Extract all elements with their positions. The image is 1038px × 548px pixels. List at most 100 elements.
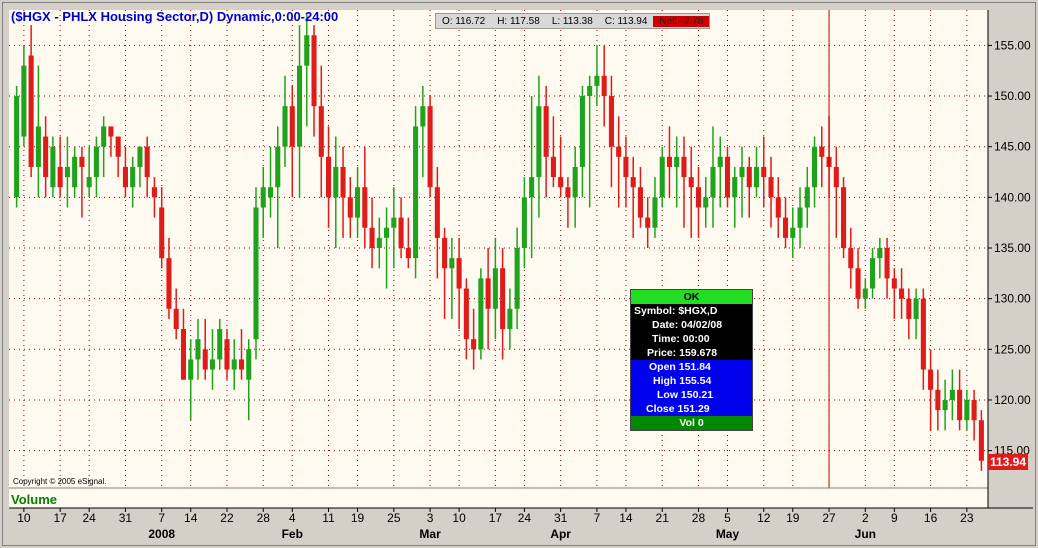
- candle-body: [420, 106, 426, 127]
- x-month-label: 2008: [148, 527, 175, 541]
- x-day-label: 24: [518, 511, 532, 525]
- candle-body: [202, 349, 208, 370]
- candle-body: [608, 96, 614, 147]
- x-month-label: May: [716, 527, 740, 541]
- candle-body: [550, 156, 556, 178]
- x-day-label: 28: [692, 511, 706, 525]
- candle-body: [514, 248, 520, 309]
- x-day-label: 14: [184, 511, 198, 525]
- candle-body: [434, 187, 440, 238]
- candle-body: [188, 359, 194, 380]
- cursor-info-block: Symbol: $HGX,D Date: 04/02/08 Time: 00:0…: [631, 304, 752, 360]
- x-day-label: 23: [960, 511, 974, 525]
- candle-body: [35, 126, 41, 167]
- candle-body: [64, 166, 70, 178]
- volume-label: Volume: [11, 492, 57, 507]
- candle-body: [115, 136, 121, 157]
- candle-body: [14, 96, 20, 198]
- cursor-open: Open 151.84: [649, 361, 711, 373]
- x-day-label: 19: [786, 511, 800, 525]
- candle-body: [855, 268, 861, 299]
- y-tick-label: 135.00: [994, 241, 1031, 255]
- candle-body: [790, 227, 796, 238]
- x-axis: 10 17 24 31 7 14 22 28 4 11 19 25 3 10 17 24 31 7 14 21 28 5 1…: [17, 508, 974, 541]
- y-tick-label: 150.00: [994, 89, 1031, 103]
- candle-body: [695, 187, 702, 208]
- candle-body: [862, 288, 868, 299]
- ohlc-high: H: 117.58: [497, 15, 540, 27]
- x-day-label: 7: [158, 511, 165, 525]
- candle-body: [79, 156, 85, 167]
- candle-body: [355, 187, 361, 218]
- x-day-label: 10: [452, 511, 466, 525]
- x-month-label: Feb: [282, 527, 303, 541]
- cursor-time: Time: 00:00: [652, 333, 710, 345]
- x-day-label: 31: [119, 511, 133, 525]
- x-day-label: 2: [862, 511, 869, 525]
- price-chart[interactable]: 115.00120.00125.00130.00135.00140.00145.…: [3, 3, 1037, 547]
- cursor-date: Date: 04/02/08: [652, 319, 723, 331]
- x-day-label: 17: [489, 511, 503, 525]
- ok-button[interactable]: OK: [631, 290, 752, 304]
- candle-body: [920, 298, 926, 370]
- candle-body: [565, 187, 571, 198]
- candle-body: [398, 217, 404, 248]
- candle-body: [848, 248, 854, 269]
- last-price-badge: 113.94: [988, 454, 1028, 470]
- candle-body: [724, 156, 731, 198]
- cursor-high: High 155.54: [653, 375, 712, 387]
- candle-body: [949, 389, 955, 400]
- candle-body: [666, 156, 673, 167]
- candle-body: [703, 197, 709, 208]
- x-day-label: 3: [427, 511, 434, 525]
- candle-body: [384, 227, 390, 238]
- candle-body: [652, 197, 658, 228]
- candle-body: [427, 106, 433, 188]
- candle-body: [333, 166, 339, 198]
- y-tick-label: 145.00: [994, 140, 1031, 154]
- candle-body: [841, 187, 847, 248]
- x-day-label: 17: [53, 511, 67, 525]
- x-day-label: 27: [822, 511, 836, 525]
- candle-body: [362, 187, 368, 228]
- candle-body: [710, 166, 716, 198]
- candle-body: [746, 166, 752, 188]
- candle-body: [231, 359, 237, 370]
- x-day-label: 4: [289, 511, 296, 525]
- candle-body: [891, 278, 897, 289]
- candle-body: [637, 187, 643, 218]
- candle-body: [275, 146, 281, 188]
- candle-body: [884, 248, 890, 279]
- candle-body: [833, 166, 839, 188]
- volume-pane: [9, 488, 988, 508]
- x-month-label: Jun: [855, 527, 876, 541]
- candle-body: [594, 75, 600, 86]
- candle-body: [456, 258, 462, 289]
- candle-body: [282, 106, 288, 147]
- candle-body: [811, 146, 818, 188]
- candle-body: [144, 146, 150, 178]
- y-tick-label: 130.00: [994, 292, 1031, 306]
- plot-background: [9, 10, 988, 488]
- candle-body: [507, 308, 513, 330]
- x-day-label: 31: [554, 511, 568, 525]
- candle-body: [717, 156, 723, 167]
- candle-body: [688, 177, 694, 188]
- y-tick-label: 155.00: [994, 38, 1031, 52]
- candle-body: [782, 217, 789, 238]
- candle-body: [376, 237, 382, 248]
- candle-body: [978, 420, 984, 461]
- candle-body: [521, 197, 527, 248]
- cursor-window[interactable]: OK Symbol: $HGX,D Date: 04/02/08 Time: 0…: [630, 289, 753, 431]
- ohlc-open: O: 116.72: [442, 15, 486, 27]
- chart-window: 115.00 120.00 125.00 130.00 135.00 140.00 145.…: [2, 2, 1036, 546]
- candle-body: [137, 146, 143, 167]
- candle-body: [587, 85, 593, 97]
- candle-body: [739, 166, 745, 178]
- candle-body: [442, 237, 448, 269]
- candle-body: [971, 399, 977, 421]
- ohlc-low: L: 113.38: [551, 15, 593, 27]
- candle-body: [224, 339, 230, 370]
- candle-body: [732, 177, 738, 198]
- candle-body: [217, 329, 223, 360]
